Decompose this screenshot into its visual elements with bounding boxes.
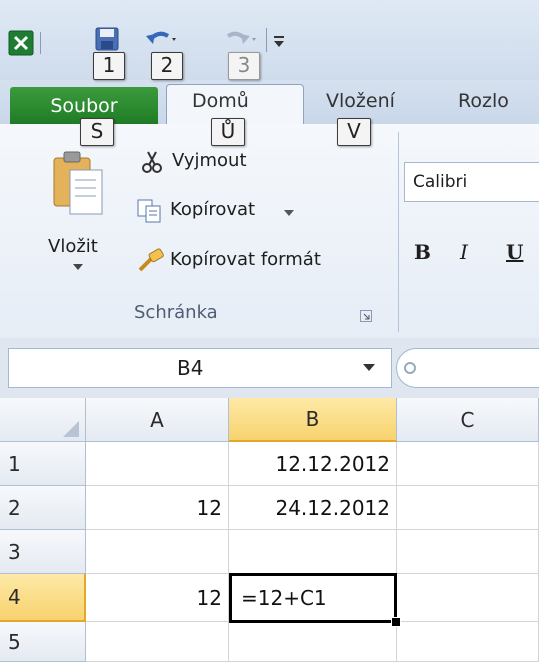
bold-button[interactable]: B: [414, 240, 431, 264]
save-button[interactable]: [92, 24, 122, 54]
column-header-b[interactable]: B: [229, 398, 397, 442]
undo-icon: [146, 31, 176, 44]
row-header-3[interactable]: 3: [0, 530, 86, 574]
cell-a4[interactable]: 12: [86, 574, 229, 622]
cell-c4[interactable]: [397, 574, 539, 622]
paste-label: Vložit: [48, 236, 98, 257]
tab-home-label: Domů: [192, 90, 249, 112]
keytip-3: 3: [228, 52, 260, 80]
underline-button[interactable]: U: [506, 240, 523, 264]
cell-b5[interactable]: [229, 622, 397, 662]
font-name-value: Calibri: [413, 172, 468, 192]
row-header-1[interactable]: 1: [0, 442, 86, 486]
tab-insert[interactable]: Vložení: [326, 90, 395, 112]
format-painter-icon: [138, 248, 164, 272]
corner-triangle-icon: [63, 421, 79, 437]
formula-input[interactable]: [396, 348, 539, 388]
name-box-value: B4: [177, 356, 204, 380]
row-header-2[interactable]: 2: [0, 486, 86, 530]
cell-b1[interactable]: 12.12.2012: [229, 442, 397, 486]
keytip-1: 1: [93, 52, 125, 80]
undo-button[interactable]: [142, 24, 182, 54]
cell-a2[interactable]: 12: [86, 486, 229, 530]
font-name-select[interactable]: Calibri: [404, 162, 539, 202]
row-header-4[interactable]: 4: [0, 574, 86, 622]
fill-handle[interactable]: [391, 617, 401, 627]
tab-file-label: Soubor: [50, 94, 118, 117]
cell-a5[interactable]: [86, 622, 229, 662]
keytip-file: S: [80, 118, 114, 146]
quick-access-toolbar: 1 2 3: [0, 0, 539, 80]
cell-a3[interactable]: [86, 530, 229, 574]
copy-label: Kopírovat: [170, 199, 256, 220]
chevron-down-icon[interactable]: [363, 364, 375, 372]
dialog-launcher-icon[interactable]: [360, 310, 372, 322]
qat-separator-2: [266, 28, 267, 52]
cut-button[interactable]: Vyjmout: [140, 146, 290, 178]
format-painter-button[interactable]: Kopírovat formát: [136, 246, 396, 278]
active-cell-border: [229, 573, 397, 623]
cut-label: Vyjmout: [172, 150, 247, 171]
paste-icon: [53, 151, 103, 215]
cell-c3[interactable]: [397, 530, 539, 574]
keytip-home: Ů: [211, 118, 245, 146]
name-box[interactable]: B4: [8, 348, 392, 388]
save-icon: [95, 27, 119, 51]
scissors-icon: [142, 151, 162, 173]
cell-c5[interactable]: [397, 622, 539, 662]
clipboard-group-label: Schránka: [134, 302, 218, 323]
customize-qat-icon[interactable]: [272, 28, 286, 52]
copy-icon: [137, 199, 161, 223]
italic-button[interactable]: I: [460, 240, 468, 264]
ribbon-group-separator: [398, 132, 399, 332]
qat-separator: [40, 32, 41, 54]
keytip-insert: V: [337, 118, 371, 146]
chevron-down-icon: [284, 210, 294, 216]
column-header-a[interactable]: A: [86, 398, 229, 442]
cell-b3[interactable]: [229, 530, 397, 574]
excel-app-icon[interactable]: [8, 30, 34, 56]
chevron-down-icon: [73, 264, 83, 270]
redo-icon: [226, 31, 256, 44]
column-header-c[interactable]: C: [397, 398, 539, 442]
redo-button[interactable]: [220, 24, 260, 54]
paste-button[interactable]: Vložit: [40, 144, 116, 284]
row-header-5[interactable]: 5: [0, 622, 86, 662]
select-all-corner[interactable]: [0, 398, 86, 442]
format-painter-label: Kopírovat formát: [170, 249, 321, 270]
tab-page-layout[interactable]: Rozlo: [458, 90, 509, 112]
copy-button[interactable]: Kopírovat: [136, 196, 336, 228]
cell-c1[interactable]: [397, 442, 539, 486]
cell-c2[interactable]: [397, 486, 539, 530]
keytip-2: 2: [151, 52, 183, 80]
circle-handle-icon: [404, 362, 416, 374]
cell-b2[interactable]: 24.12.2012: [229, 486, 397, 530]
cell-a1[interactable]: [86, 442, 229, 486]
